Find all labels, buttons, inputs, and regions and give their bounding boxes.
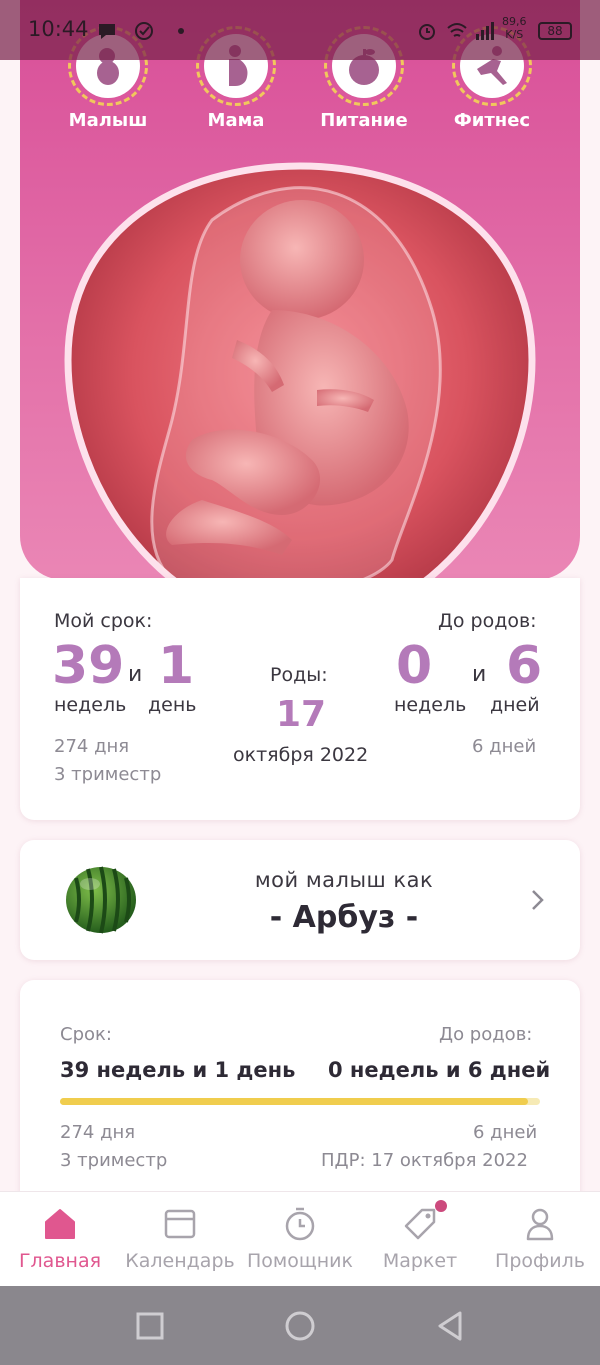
days-word: день — [148, 694, 197, 716]
days-total: 274 дня — [60, 1122, 136, 1143]
nav-label: Помощник — [246, 1250, 353, 1272]
until-label: До родов: — [439, 1024, 533, 1045]
check-circle-icon — [135, 22, 153, 40]
baby-size-card[interactable]: мой малыш как - Арбуз - — [20, 840, 580, 960]
wifi-icon — [447, 23, 467, 37]
birth-month-year: октября 2022 — [233, 744, 369, 766]
home-icon — [45, 1209, 75, 1239]
category-label: Питание — [320, 110, 408, 131]
nav-profile[interactable]: Профиль — [480, 1192, 600, 1287]
nav-home[interactable]: Главная — [0, 1192, 120, 1287]
nav-label: Маркет — [382, 1250, 458, 1272]
trimester: 3 триместр — [54, 764, 162, 785]
term-value: 39 недель и 1 день — [60, 1058, 296, 1082]
category-label: Малыш — [68, 110, 148, 131]
chat-icon — [99, 24, 115, 39]
battery-indicator: 88 — [538, 22, 572, 40]
nav-calendar[interactable]: Календарь — [120, 1192, 240, 1287]
system-navigation-bar — [0, 1286, 600, 1365]
tag-icon — [404, 1208, 436, 1240]
term-label: Срок: — [60, 1024, 112, 1045]
timer-icon — [285, 1207, 315, 1241]
home-button-icon[interactable] — [282, 1308, 318, 1344]
size-caption: мой малыш как — [254, 868, 434, 892]
weeks-word: недель — [54, 694, 127, 716]
days-left: 6 дней — [473, 1122, 538, 1143]
nav-market[interactable]: Маркет — [360, 1192, 480, 1287]
trimester: 3 триместр — [60, 1150, 168, 1171]
left-and-word: и — [472, 662, 487, 687]
fetus-illustration — [64, 162, 536, 630]
market-badge — [435, 1200, 447, 1212]
due-date: ПДР: 17 октября 2022 — [321, 1150, 528, 1171]
weeks-number: 39 — [52, 636, 125, 696]
progress-bar-fill — [60, 1098, 528, 1105]
network-speed: 89,6 K/S — [502, 15, 527, 41]
chevron-right-icon — [532, 890, 544, 910]
birth-day: 17 — [276, 694, 327, 735]
bottom-navigation: Главная Календарь Помощник Маркет Профил… — [0, 1191, 600, 1286]
nav-label: Календарь — [125, 1250, 235, 1272]
left-weeks-number: 0 — [396, 636, 433, 696]
nav-assistant[interactable]: Помощник — [240, 1192, 360, 1287]
category-label: Фитнес — [453, 110, 531, 131]
calendar-icon — [164, 1209, 196, 1239]
until-birth-label: До родов: — [438, 610, 537, 632]
left-days-total: 6 дней — [472, 736, 537, 757]
left-weeks-word: недель — [394, 694, 467, 716]
status-bar: 10:44 89,6 K/S 88 — [0, 0, 600, 60]
birth-label: Роды: — [270, 664, 328, 686]
alarm-icon — [419, 24, 435, 40]
signal-icon — [476, 22, 494, 40]
progress-card: Срок: До родов: 39 недель и 1 день 0 нед… — [20, 980, 580, 1210]
dot-icon — [178, 28, 184, 34]
pregnancy-term-card: Мой срок: 39 и 1 недель день 274 дня 3 т… — [20, 578, 580, 820]
nav-label: Главная — [18, 1250, 102, 1272]
category-label: Мама — [207, 110, 265, 131]
days-total: 274 дня — [54, 736, 130, 757]
nav-label: Профиль — [495, 1250, 585, 1272]
back-icon[interactable] — [432, 1308, 468, 1344]
recent-apps-icon[interactable] — [132, 1308, 168, 1344]
my-term-label: Мой срок: — [54, 610, 153, 632]
and-word: и — [128, 662, 143, 687]
status-time: 10:44 — [28, 17, 89, 41]
until-value: 0 недель и 6 дней — [328, 1058, 551, 1082]
progress-bar — [60, 1098, 540, 1105]
size-fruit: - Арбуз - — [269, 900, 419, 935]
left-days-number: 6 — [506, 636, 543, 696]
days-number: 1 — [158, 636, 195, 696]
profile-icon — [526, 1208, 554, 1241]
left-days-word: дней — [490, 694, 540, 716]
